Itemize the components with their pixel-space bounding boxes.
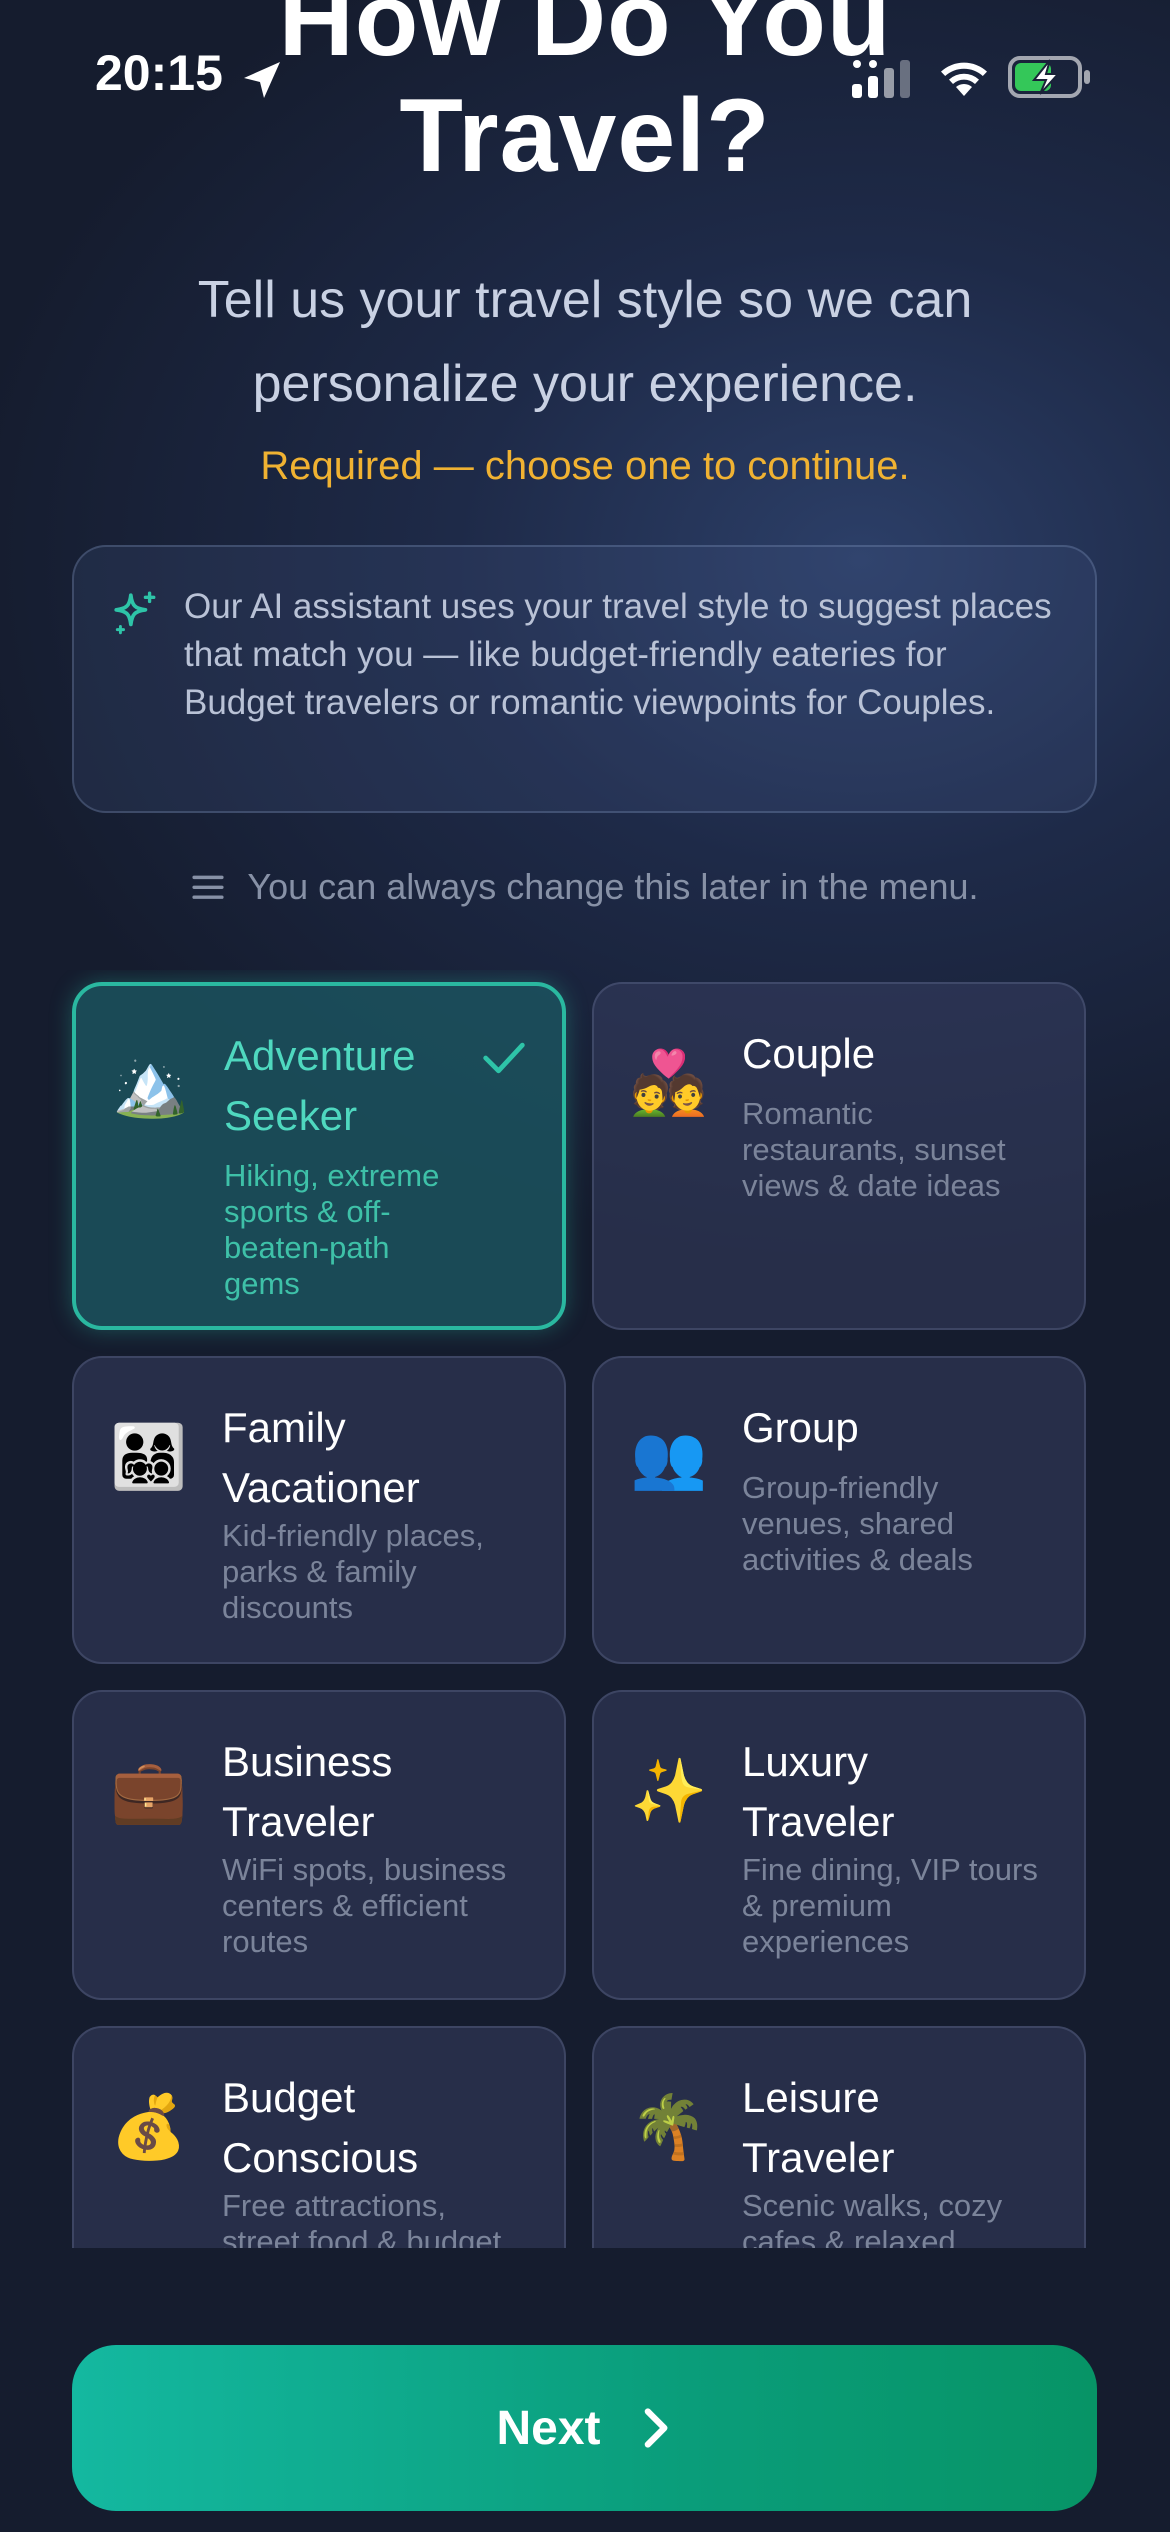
style-card-description: Hiking, extreme sports & off-beaten-path… xyxy=(224,1158,440,1301)
style-card-couple[interactable]: 💑 Couple Romantic restaurants, sunset vi… xyxy=(592,982,1086,1330)
briefcase-icon: 💼 xyxy=(110,1757,188,1826)
next-button-label: Next xyxy=(496,2401,601,2455)
style-card-description: Scenic walks, cozy cafes & relaxed xyxy=(742,2188,1003,2248)
style-card-title: Leisure Traveler xyxy=(742,2074,895,2181)
style-card-adventure-seeker[interactable]: 🏔️ Adventure Seeker Hiking, extreme spor… xyxy=(72,982,566,1330)
style-card-description: Fine dining, VIP tours & premium experie… xyxy=(742,1852,1038,1959)
battery-charging-icon xyxy=(1008,56,1090,98)
status-bar: 20:15 xyxy=(0,0,1170,150)
page-subtitle: Tell us your travel style so we can pers… xyxy=(100,258,1070,426)
style-card-family-vacationer[interactable]: 👨‍👩‍👧‍👦 Family Vacationer Kid-friendly p… xyxy=(72,1356,566,1664)
sparkles-icon: ✨ xyxy=(630,1757,708,1826)
style-card-budget-conscious[interactable]: 💰 Budget Conscious Free attractions, str… xyxy=(72,2026,566,2248)
subtitle-line2: personalize your experience. xyxy=(252,355,918,413)
style-card-description: Group-friendly venues, shared activities… xyxy=(742,1470,973,1577)
style-card-luxury-traveler[interactable]: ✨ Luxury Traveler Fine dining, VIP tours… xyxy=(592,1690,1086,2000)
style-card-group[interactable]: 👥 Group Group-friendly venues, shared ac… xyxy=(592,1356,1086,1664)
ai-info-box: Our AI assistant uses your travel style … xyxy=(72,545,1097,813)
next-button[interactable]: Next xyxy=(72,2345,1097,2511)
palm-tree-icon: 🌴 xyxy=(630,2093,708,2162)
status-time: 20:15 xyxy=(95,45,223,101)
travel-style-grid: 🏔️ Adventure Seeker Hiking, extreme spor… xyxy=(0,970,1170,2248)
cellular-signal-icon xyxy=(852,60,910,98)
subtitle-line1: Tell us your travel style so we can xyxy=(197,271,973,329)
style-card-title: Budget Conscious xyxy=(222,2074,419,2181)
couple-icon: 💑 xyxy=(630,1049,708,1118)
group-icon: 👥 xyxy=(630,1423,708,1492)
ai-info-text: Our AI assistant uses your travel style … xyxy=(184,587,1052,722)
sparkle-icon xyxy=(114,591,156,635)
style-card-title: Couple xyxy=(742,1030,876,1077)
style-card-title: Luxury Traveler xyxy=(742,1738,895,1845)
style-card-title: Group xyxy=(742,1404,859,1451)
money-bag-icon: 💰 xyxy=(110,2093,188,2162)
family-icon: 👨‍👩‍👧‍👦 xyxy=(110,1423,188,1492)
style-card-description: WiFi spots, business centers & efficient… xyxy=(222,1852,507,1959)
chevron-right-icon xyxy=(644,2408,667,2448)
style-card-description: Kid-friendly places, parks & family disc… xyxy=(222,1518,484,1625)
style-card-title: Business Traveler xyxy=(222,1738,393,1845)
style-card-business-traveler[interactable]: 💼 Business Traveler WiFi spots, business… xyxy=(72,1690,566,2000)
style-card-title: Family Vacationer xyxy=(222,1404,420,1511)
required-note: Required — choose one to continue. xyxy=(260,444,910,488)
wifi-icon xyxy=(941,62,987,96)
mountain-icon: 🏔️ xyxy=(112,1051,190,1120)
menu-icon xyxy=(192,875,225,899)
onboarding-screen: How Do You Travel? 20:15 Tell us your tr… xyxy=(0,0,1170,2532)
hint-text: You can always change this later in the … xyxy=(247,866,979,907)
change-later-hint: You can always change this later in the … xyxy=(0,862,1170,912)
checkmark-icon xyxy=(483,1042,525,1074)
location-arrow-icon xyxy=(244,62,280,98)
style-card-leisure-traveler[interactable]: 🌴 Leisure Traveler Scenic walks, cozy ca… xyxy=(592,2026,1086,2248)
style-card-description: Romantic restaurants, sunset views & dat… xyxy=(742,1096,1006,1203)
style-card-title: Adventure Seeker xyxy=(224,1032,416,1139)
style-card-description: Free attractions, street food & budget xyxy=(222,2188,502,2248)
